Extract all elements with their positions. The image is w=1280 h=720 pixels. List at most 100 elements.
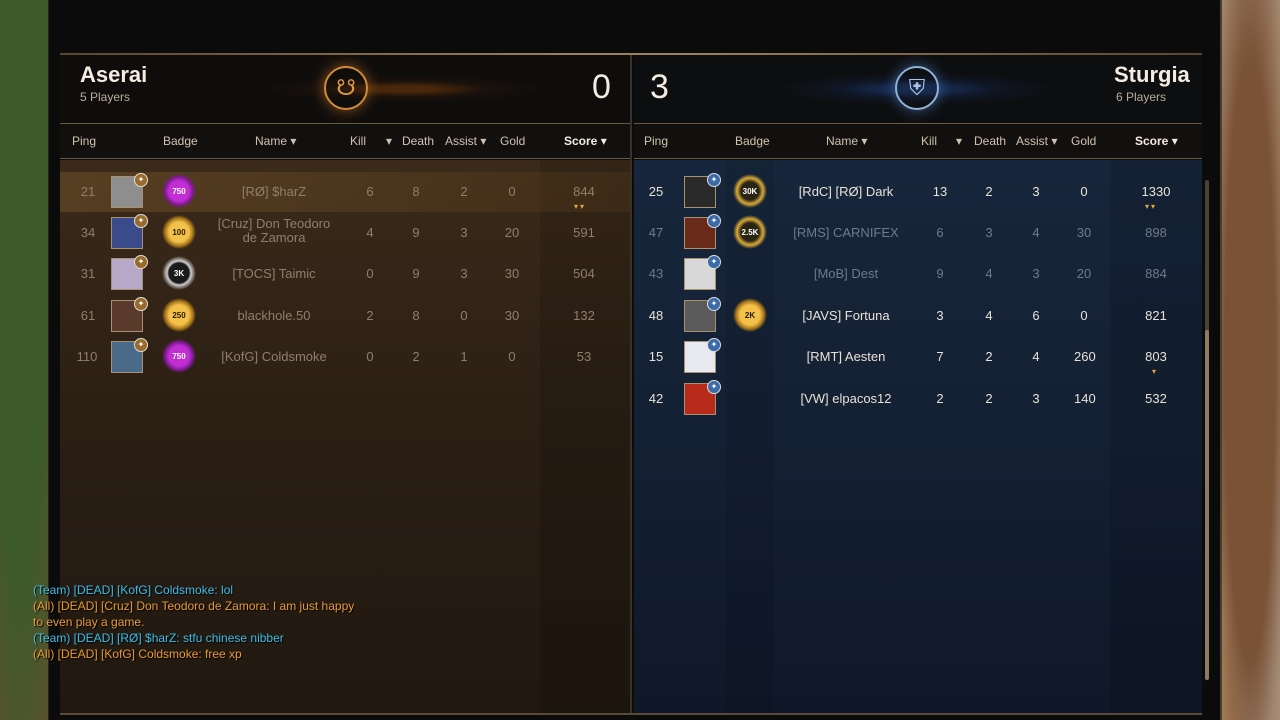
player-assists: 3 [460, 225, 468, 240]
col-gold[interactable]: Gold [500, 134, 525, 148]
col-score[interactable]: Score ▾ [1135, 134, 1178, 148]
player-kills: 3 [936, 308, 944, 323]
player-ping: 21 [80, 184, 96, 199]
player-score: 132 [573, 308, 595, 323]
player-deaths: 2 [985, 349, 993, 364]
sort-arrow-icon: ▾ [1171, 134, 1178, 148]
player-deaths: 9 [412, 266, 420, 281]
scoreboard-bottom-border [60, 713, 1202, 715]
aserai-team-name: Aserai [80, 62, 148, 87]
player-assists: 4 [1032, 225, 1040, 240]
player-row[interactable]: 61 ✦ 250 blackhole.50 2 8 0 30 132 [60, 296, 630, 336]
player-name: blackhole.50 [237, 308, 311, 323]
player-row[interactable]: 15 ✦ [RMT] Aesten 7 2 4 260 803 ▾ [634, 337, 1202, 377]
player-gold: 140 [1074, 391, 1096, 406]
player-ping: 31 [80, 266, 96, 281]
class-icon: ✦ [707, 173, 721, 187]
player-name: [RMT] Aesten [806, 349, 886, 364]
player-kills: 9 [936, 266, 944, 281]
player-name: [MoB] Dest [813, 266, 879, 281]
player-deaths: 2 [985, 391, 993, 406]
player-score: 53 [576, 349, 592, 364]
player-avatar: ✦ [111, 297, 148, 332]
class-icon: ✦ [707, 255, 721, 269]
player-score: 803 [1145, 349, 1167, 364]
player-name: [RØ] $harZ [241, 184, 307, 199]
player-deaths: 8 [412, 308, 420, 323]
team-divider [630, 55, 632, 715]
col-gold[interactable]: Gold [1071, 134, 1096, 148]
player-gold: 0 [508, 184, 516, 199]
aserai-emblem-icon: ☋ [324, 66, 368, 110]
player-ping: 43 [648, 266, 664, 281]
player-name: [RMS] CARNIFEX [793, 225, 899, 240]
player-kills: 7 [936, 349, 944, 364]
player-ping: 47 [648, 225, 664, 240]
player-deaths: 8 [412, 184, 420, 199]
player-score: 844 [573, 184, 595, 199]
scrollbar-thumb[interactable] [1205, 330, 1209, 680]
sturgia-team-name: Sturgia [1114, 62, 1190, 87]
player-gold: 30 [504, 266, 520, 281]
mvp-trophy-icon: ▾▾ [574, 202, 587, 211]
sort-arrow-icon: ▾ [861, 134, 868, 148]
chat-message: (Team) [DEAD] [KofG] Coldsmoke: lol [33, 583, 234, 597]
player-kills: 2 [936, 391, 944, 406]
player-gold: 260 [1074, 349, 1096, 364]
rank-badge-icon: 2.5K [733, 215, 767, 249]
col-badge[interactable]: Badge [735, 134, 770, 148]
player-row[interactable]: 47 ✦ 2.5K [RMS] CARNIFEX 6 3 4 30 898 [634, 213, 1202, 253]
player-row[interactable]: 48 ✦ 2K [JAVS] Fortuna 3 4 6 0 821 [634, 296, 1202, 336]
player-kills: 6 [936, 225, 944, 240]
player-row[interactable]: 42 ✦ [VW] elpacos12 2 2 3 140 532 [634, 379, 1202, 419]
col-score[interactable]: Score ▾ [564, 134, 607, 148]
player-ping: 42 [648, 391, 664, 406]
col-assist[interactable]: Assist ▾ [445, 134, 486, 148]
player-kills: 0 [366, 266, 374, 281]
player-score: 504 [573, 266, 595, 281]
player-avatar: ✦ [684, 380, 721, 415]
player-deaths: 2 [985, 184, 993, 199]
player-name: [Cruz] Don Teodoro de Zamora [217, 216, 331, 245]
player-avatar: ✦ [111, 214, 148, 249]
player-assists: 3 [460, 266, 468, 281]
col-kill[interactable]: Kill [350, 134, 366, 148]
player-row[interactable]: 21 ✦ 750 [RØ] $harZ 6 8 2 0 844 ▾▾ [60, 172, 630, 212]
player-row[interactable]: 25 ✦ 30K [RdC] [RØ] Dark 13 2 3 0 1330 ▾… [634, 172, 1202, 212]
player-row[interactable]: 110 ✦ 750 [KofG] Coldsmoke 0 2 1 0 53 [60, 337, 630, 377]
player-kills: 6 [366, 184, 374, 199]
chat-message: to even play a game. [33, 615, 145, 629]
player-avatar: ✦ [684, 173, 721, 208]
col-ping[interactable]: Ping [72, 134, 96, 148]
col-badge[interactable]: Badge [163, 134, 198, 148]
player-score: 898 [1145, 225, 1167, 240]
col-death[interactable]: Death [402, 134, 434, 148]
col-kill[interactable]: Kill [921, 134, 937, 148]
player-ping: 48 [648, 308, 664, 323]
class-icon: ✦ [134, 255, 148, 269]
col-name[interactable]: Name ▾ [255, 134, 296, 148]
chat-message: (Team) [DEAD] [RØ] $harZ: stfu chinese n… [33, 631, 284, 645]
col-ping[interactable]: Ping [644, 134, 668, 148]
player-deaths: 9 [412, 225, 420, 240]
rank-badge-icon: 30K [733, 174, 767, 208]
player-name: [KofG] Coldsmoke [221, 349, 327, 364]
col-death[interactable]: Death [974, 134, 1006, 148]
player-row[interactable]: 34 ✦ 100 [Cruz] Don Teodoro de Zamora 4 … [60, 213, 630, 253]
sturgia-emblem-icon: ⛨ [895, 66, 939, 110]
player-assists: 1 [460, 349, 468, 364]
col-name[interactable]: Name ▾ [826, 134, 867, 148]
player-score: 532 [1145, 391, 1167, 406]
player-ping: 110 [76, 349, 98, 364]
player-name: [JAVS] Fortuna [802, 308, 890, 323]
rank-badge-icon: 750 [162, 339, 196, 373]
player-gold: 0 [508, 349, 516, 364]
player-row[interactable]: 43 ✦ [MoB] Dest 9 4 3 20 884 [634, 254, 1202, 294]
chat-message: (All) [DEAD] [KofG] Coldsmoke: free xp [33, 647, 242, 661]
sturgia-column-headers: Ping Badge Name ▾ Kill ▾ Death Assist ▾ … [634, 123, 1202, 159]
player-gold: 0 [1080, 184, 1088, 199]
player-kills: 0 [366, 349, 374, 364]
player-row[interactable]: 31 ✦ 3K [TOCS] Taimic 0 9 3 30 504 [60, 254, 630, 294]
col-assist[interactable]: Assist ▾ [1016, 134, 1057, 148]
player-assists: 3 [1032, 266, 1040, 281]
